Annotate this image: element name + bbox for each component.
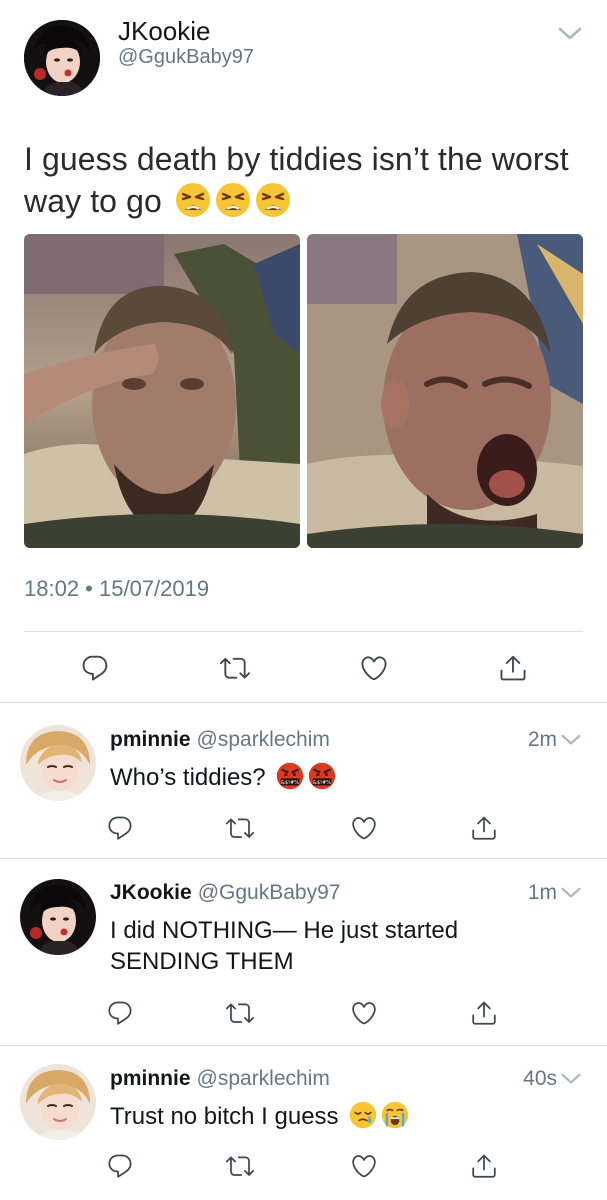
tired-face-emoji-icon <box>175 182 211 218</box>
reply-tweet[interactable]: JKookie @GgukBaby97 1m I did NOTHING— He … <box>0 859 607 1045</box>
tired-face-emoji-icon <box>255 182 291 218</box>
loudly-crying-face-emoji-icon <box>381 1101 409 1129</box>
reply-text: I did NOTHING— He just started SENDING T… <box>110 917 459 975</box>
reply-text-content: Who’s tiddies? <box>110 764 266 791</box>
media-photo-saluting[interactable] <box>24 234 300 548</box>
like-icon[interactable] <box>359 653 389 683</box>
reply-avatar[interactable] <box>20 879 96 955</box>
reply-text-content: Trust no bitch I guess <box>110 1103 339 1130</box>
reply-author-name[interactable]: pminnie <box>110 728 191 751</box>
tweet-text: I guess death by tiddies isn’t the worst… <box>24 138 584 222</box>
reply-avatar[interactable] <box>20 1064 96 1140</box>
media-photo-screaming[interactable] <box>307 234 583 548</box>
chevron-down-icon[interactable] <box>560 886 582 900</box>
reply-avatar[interactable] <box>20 725 96 801</box>
reply-author-handle[interactable]: @sparklechim <box>197 1067 330 1090</box>
reply-tweet[interactable]: pminnie @sparklechim 40s Trust no bitch I… <box>0 1046 607 1200</box>
share-icon[interactable] <box>470 814 498 842</box>
divider <box>24 631 583 632</box>
reply-time: 1m <box>527 881 557 904</box>
author-avatar[interactable] <box>24 20 100 96</box>
author-handle[interactable]: @GgukBaby97 <box>118 46 254 69</box>
chevron-down-icon[interactable] <box>560 1072 582 1086</box>
reply-author-handle[interactable]: @GgukBaby97 <box>198 881 341 904</box>
reply-time: 40s <box>523 1067 557 1090</box>
reply-tweet[interactable]: pminnie @sparklechim 2m Who’s tiddies? <box>0 703 607 858</box>
share-icon[interactable] <box>470 999 498 1027</box>
chevron-down-icon[interactable] <box>557 26 583 42</box>
reply-icon[interactable] <box>106 1152 134 1180</box>
reply-author-handle[interactable]: @sparklechim <box>197 728 330 751</box>
reply-icon[interactable] <box>106 814 134 842</box>
retweet-icon[interactable] <box>220 653 250 683</box>
reply-author-name[interactable]: pminnie <box>110 1067 191 1090</box>
tweet-timestamp: 18:02 • 15/07/2019 <box>24 576 210 601</box>
reply-author-name[interactable]: JKookie <box>110 881 192 904</box>
reply-icon[interactable] <box>106 999 134 1027</box>
retweet-icon[interactable] <box>226 999 254 1027</box>
retweet-icon[interactable] <box>226 1152 254 1180</box>
reply-icon[interactable] <box>80 653 110 683</box>
share-icon[interactable] <box>498 653 528 683</box>
sleepy-face-emoji-icon <box>349 1101 377 1129</box>
cursing-face-emoji-icon <box>308 762 336 790</box>
chevron-down-icon[interactable] <box>560 733 582 747</box>
like-icon[interactable] <box>350 999 378 1027</box>
author-name[interactable]: JKookie <box>118 16 211 47</box>
reply-author[interactable]: JKookie @GgukBaby97 <box>110 881 340 905</box>
tired-face-emoji-icon <box>215 182 251 218</box>
like-icon[interactable] <box>350 814 378 842</box>
cursing-face-emoji-icon <box>276 762 304 790</box>
reply-author[interactable]: pminnie @sparklechim <box>110 1067 330 1091</box>
reply-text: Trust no bitch I guess <box>110 1101 550 1132</box>
like-icon[interactable] <box>350 1152 378 1180</box>
main-tweet: JKookie @GgukBaby97 I guess death by tid… <box>0 0 607 702</box>
retweet-icon[interactable] <box>226 814 254 842</box>
reply-author[interactable]: pminnie @sparklechim <box>110 728 330 752</box>
tweet-text-content: I guess death by tiddies isn’t the worst… <box>24 141 569 219</box>
share-icon[interactable] <box>470 1152 498 1180</box>
reply-time: 2m <box>527 728 557 751</box>
reply-text: Who’s tiddies? <box>110 762 550 793</box>
